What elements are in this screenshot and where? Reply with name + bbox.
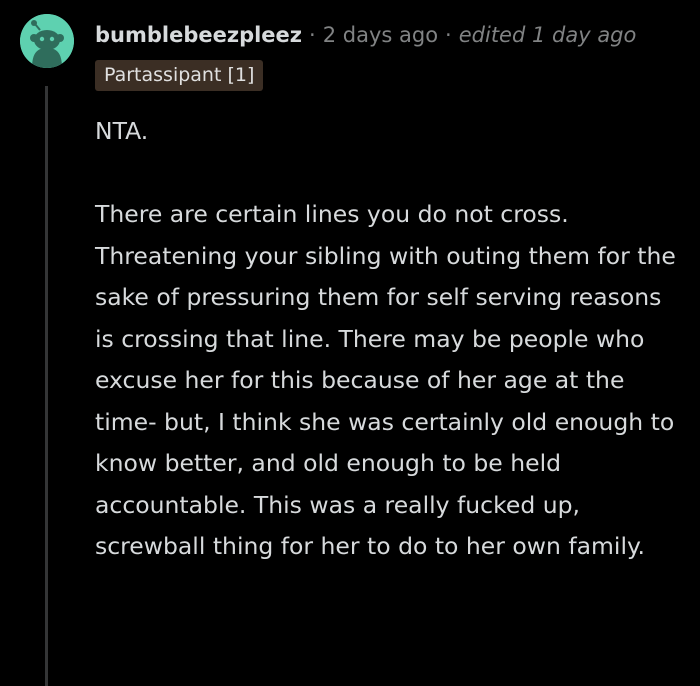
posted-timestamp[interactable]: 2 days ago — [323, 23, 438, 47]
username-link[interactable]: bumblebeezpleez — [95, 23, 302, 47]
edited-timestamp: edited 1 day ago — [458, 23, 637, 47]
user-flair-badge: Partassipant [1] — [95, 60, 264, 91]
separator-dot: · — [309, 23, 316, 47]
comment-body: NTA. There are certain lines you do not … — [95, 111, 685, 568]
separator-dot: · — [445, 23, 452, 47]
comment-paragraph: There are certain lines you do not cross… — [95, 200, 676, 560]
snoo-avatar-icon — [20, 14, 74, 68]
thread-line[interactable] — [45, 86, 48, 686]
comment-verdict: NTA. — [95, 117, 149, 145]
comment-header: bumblebeezpleez · 2 days ago · edited 1 day … — [95, 20, 636, 50]
user-avatar[interactable] — [20, 14, 74, 68]
